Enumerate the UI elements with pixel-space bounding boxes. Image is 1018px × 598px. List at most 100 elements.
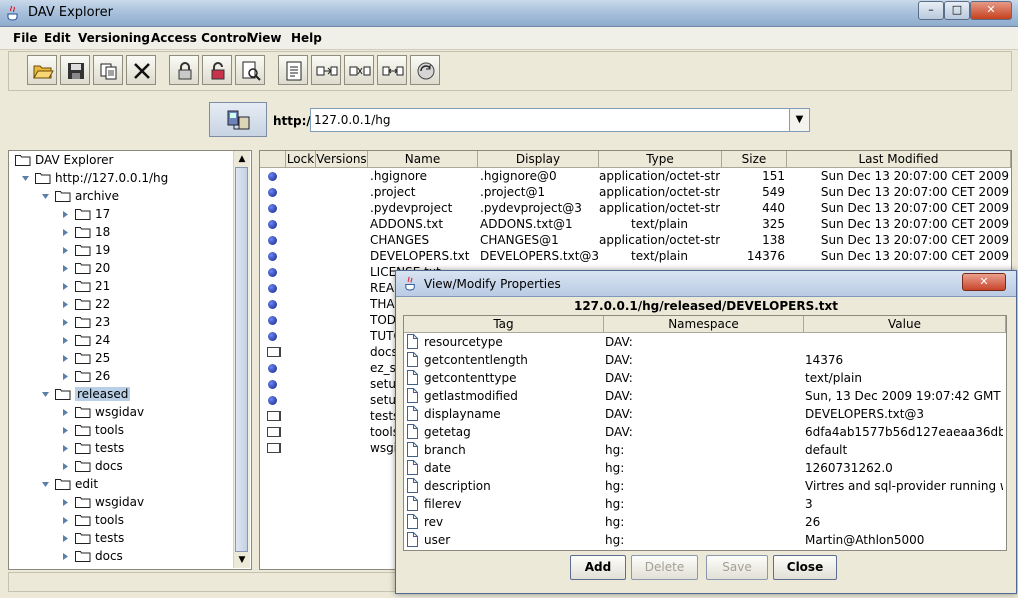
tree-collapsed-icon[interactable] bbox=[61, 282, 70, 291]
tree-node[interactable]: edit bbox=[42, 475, 98, 493]
unlock-button[interactable] bbox=[202, 55, 232, 85]
scroll-thumb[interactable] bbox=[235, 167, 248, 552]
file-row[interactable]: CHANGES CHANGES@1 application/octet-str...… bbox=[260, 232, 1011, 248]
col-versions[interactable]: Versions bbox=[316, 151, 368, 167]
copy-button[interactable] bbox=[93, 55, 123, 85]
property-row[interactable]: date hg: 1260731262.0 bbox=[404, 459, 1006, 477]
property-row[interactable]: getlastmodified DAV: Sun, 13 Dec 2009 19:0… bbox=[404, 387, 1006, 405]
tree-collapsed-icon[interactable] bbox=[61, 516, 70, 525]
tree-node[interactable]: tools bbox=[63, 511, 124, 529]
file-row[interactable]: DEVELOPERS.txt DEVELOPERS.txt@3 text/plain… bbox=[260, 248, 1011, 264]
tree-collapsed-icon[interactable] bbox=[61, 444, 70, 453]
move-button[interactable] bbox=[344, 55, 374, 85]
property-row[interactable]: getcontentlength DAV: 14376 bbox=[404, 351, 1006, 369]
file-row[interactable]: .pydevproject .pydevproject@3 application/… bbox=[260, 200, 1011, 216]
tree-node[interactable]: DAV Explorer bbox=[15, 151, 113, 169]
tree-collapsed-icon[interactable] bbox=[61, 336, 70, 345]
col-lock[interactable]: Lock bbox=[286, 151, 316, 167]
refresh-button[interactable] bbox=[410, 55, 440, 85]
property-row[interactable]: getetag DAV: 6dfa4ab1577b56d127eaeaa36db..… bbox=[404, 423, 1006, 441]
tree-node[interactable]: released bbox=[42, 385, 131, 403]
tree-collapsed-icon[interactable] bbox=[61, 462, 70, 471]
col-namespace[interactable]: Namespace bbox=[604, 316, 804, 332]
col-name[interactable]: Name bbox=[368, 151, 478, 167]
delete-button[interactable] bbox=[126, 55, 156, 85]
property-row[interactable]: resourcetype DAV: bbox=[404, 333, 1006, 351]
tree-node[interactable]: archive bbox=[42, 187, 119, 205]
preview-button[interactable] bbox=[235, 55, 265, 85]
tree-node[interactable]: 19 bbox=[63, 241, 110, 259]
tree-node[interactable]: docs bbox=[63, 457, 123, 475]
file-row[interactable]: .hgignore .hgignore@0 application/octet-st… bbox=[260, 168, 1011, 184]
tree-node[interactable]: tools bbox=[63, 421, 124, 439]
tree-node[interactable]: docs bbox=[63, 547, 123, 565]
tree-node[interactable]: 21 bbox=[63, 277, 110, 295]
save-property-button[interactable]: Save bbox=[706, 555, 768, 580]
tree-collapsed-icon[interactable] bbox=[61, 552, 70, 561]
scroll-up-arrow-icon[interactable]: ▲ bbox=[234, 151, 250, 167]
maximize-button[interactable]: □ bbox=[944, 1, 970, 20]
tree-node[interactable]: wsgidav bbox=[63, 403, 144, 421]
menu-help[interactable]: Help bbox=[291, 31, 322, 45]
menu-versioning[interactable]: Versioning bbox=[78, 31, 150, 45]
property-row[interactable]: description hg: Virtres and sql-provider r… bbox=[404, 477, 1006, 495]
tree-collapsed-icon[interactable] bbox=[61, 300, 70, 309]
tree-node[interactable]: wsgidav bbox=[63, 493, 144, 511]
url-dropdown-button[interactable]: ▼ bbox=[789, 109, 809, 131]
tree-collapsed-icon[interactable] bbox=[61, 264, 70, 273]
tree-node[interactable]: 17 bbox=[63, 205, 110, 223]
menu-access-control[interactable]: Access Control bbox=[151, 31, 251, 45]
tree-node[interactable]: 23 bbox=[63, 313, 110, 331]
menu-edit[interactable]: Edit bbox=[44, 31, 71, 45]
tree-node[interactable]: 24 bbox=[63, 331, 110, 349]
col-type[interactable]: Type bbox=[599, 151, 722, 167]
url-combobox[interactable]: ▼ bbox=[310, 108, 810, 132]
tree-collapsed-icon[interactable] bbox=[61, 498, 70, 507]
scroll-down-arrow-icon[interactable]: ▼ bbox=[234, 552, 250, 568]
file-row[interactable]: .project .project@1 application/octet-str.… bbox=[260, 184, 1011, 200]
property-row[interactable]: user hg: Martin@Athlon5000 bbox=[404, 531, 1006, 549]
tree-node[interactable]: tests bbox=[63, 439, 124, 457]
col-value[interactable]: Value bbox=[804, 316, 1006, 332]
property-row[interactable]: getcontenttype DAV: text/plain bbox=[404, 369, 1006, 387]
properties-button[interactable] bbox=[278, 55, 308, 85]
tree-node[interactable]: 20 bbox=[63, 259, 110, 277]
tree-collapsed-icon[interactable] bbox=[61, 408, 70, 417]
close-window-button[interactable]: ✕ bbox=[970, 1, 1012, 20]
put-button[interactable] bbox=[311, 55, 341, 85]
tree-node[interactable]: tests bbox=[63, 529, 124, 547]
tree-expanded-icon[interactable] bbox=[41, 480, 50, 489]
col-tag[interactable]: Tag bbox=[404, 316, 604, 332]
tree-collapsed-icon[interactable] bbox=[61, 534, 70, 543]
tree-node[interactable]: 22 bbox=[63, 295, 110, 313]
close-button[interactable]: Close bbox=[773, 555, 837, 580]
file-row[interactable]: ADDONS.txt ADDONS.txt@1 text/plain 325 Sun D… bbox=[260, 216, 1011, 232]
dialog-close-icon[interactable]: ✕ bbox=[962, 273, 1006, 291]
sync-button[interactable] bbox=[377, 55, 407, 85]
tree-collapsed-icon[interactable] bbox=[61, 228, 70, 237]
property-row[interactable]: rev hg: 26 bbox=[404, 513, 1006, 531]
url-input[interactable] bbox=[311, 109, 784, 130]
menu-view[interactable]: View bbox=[249, 31, 281, 45]
tree-expanded-icon[interactable] bbox=[41, 192, 50, 201]
property-row[interactable]: filerev hg: 3 bbox=[404, 495, 1006, 513]
tree-collapsed-icon[interactable] bbox=[61, 246, 70, 255]
connect-button[interactable] bbox=[209, 102, 267, 137]
tree-scrollbar[interactable]: ▲ ▼ bbox=[233, 151, 250, 568]
menu-file[interactable]: File bbox=[13, 31, 38, 45]
property-row[interactable]: branch hg: default bbox=[404, 441, 1006, 459]
col-display[interactable]: Display bbox=[478, 151, 599, 167]
tree-node[interactable]: 18 bbox=[63, 223, 110, 241]
tree-collapsed-icon[interactable] bbox=[61, 354, 70, 363]
delete-property-button[interactable]: Delete bbox=[631, 555, 698, 580]
property-row[interactable]: displayname DAV: DEVELOPERS.txt@3 bbox=[404, 405, 1006, 423]
minimize-button[interactable]: – bbox=[918, 1, 944, 20]
tree-collapsed-icon[interactable] bbox=[61, 318, 70, 327]
tree-node[interactable]: http://127.0.0.1/hg bbox=[22, 169, 168, 187]
col-last-modified[interactable]: Last Modified bbox=[787, 151, 1011, 167]
tree-expanded-icon[interactable] bbox=[21, 174, 30, 183]
add-button[interactable]: Add bbox=[570, 555, 626, 580]
open-folder-button[interactable] bbox=[27, 55, 57, 85]
tree-collapsed-icon[interactable] bbox=[61, 372, 70, 381]
tree-collapsed-icon[interactable] bbox=[61, 210, 70, 219]
